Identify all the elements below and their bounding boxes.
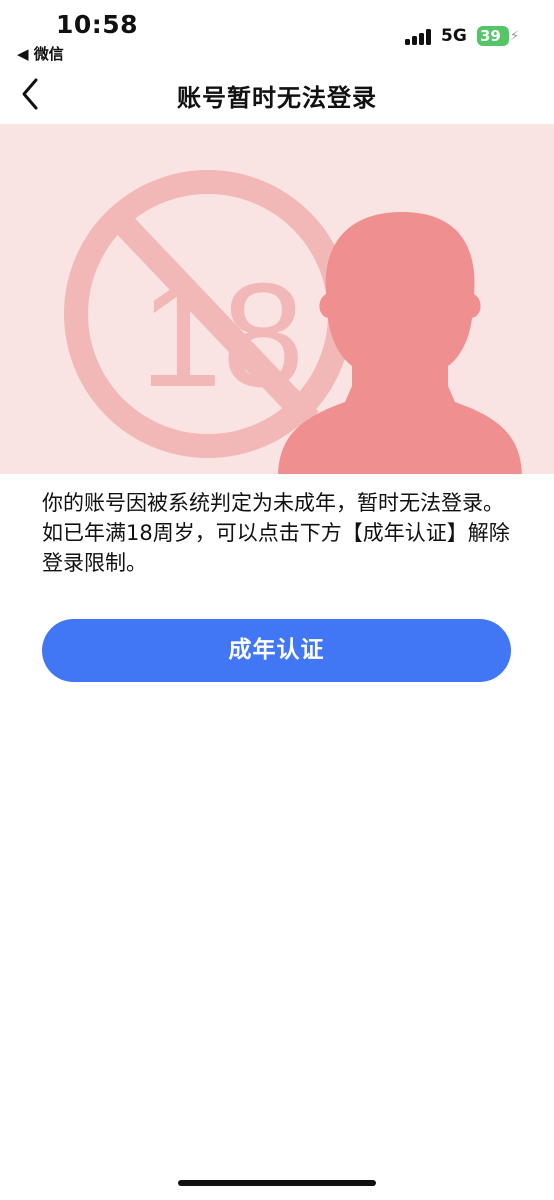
restriction-notice: 你的账号因被系统判定为未成年，暂时无法登录。如已年满18周岁，可以点击下方【成年… xyxy=(42,491,510,575)
nav-bar: 账号暂时无法登录 xyxy=(0,66,554,124)
charging-icon: ⚡ xyxy=(510,29,520,44)
banner-illustration: 18 xyxy=(64,170,522,474)
no-under-18-icon: 18 xyxy=(64,170,352,458)
signal-bars-icon xyxy=(405,29,433,45)
underage-banner: 18 xyxy=(0,124,554,474)
back-to-app-link[interactable]: ◀ 微信 xyxy=(17,43,64,64)
status-time: 10:58 xyxy=(56,10,139,39)
network-type: 5G xyxy=(441,26,467,46)
home-indicator[interactable] xyxy=(178,1180,376,1186)
status-bar: 10:58 ◀ 微信 5G 39 ⚡ xyxy=(0,0,554,66)
battery-icon: 39 xyxy=(477,26,509,46)
battery-level: 39 xyxy=(480,27,501,45)
adult-verification-button[interactable]: 成年认证 xyxy=(42,619,511,682)
page-title: 账号暂时无法登录 xyxy=(177,84,377,112)
